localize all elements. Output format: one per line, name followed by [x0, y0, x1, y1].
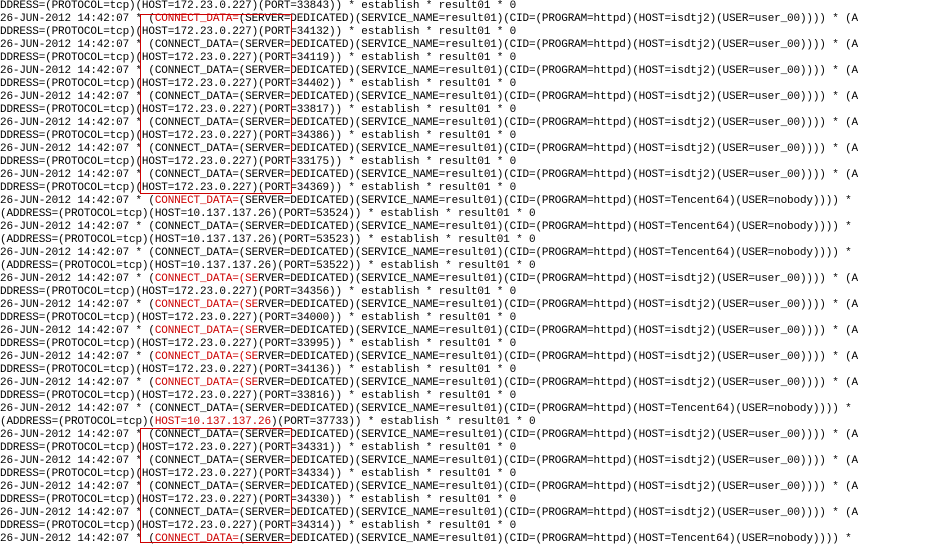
log-line: 26-JUN-2012 14:42:07 * (CONNECT_DATA=(SE… — [0, 481, 940, 494]
log-line: DDRESS=(PROTOCOL=tcp)(HOST=172.23.0.227)… — [0, 442, 940, 455]
log-line: 26-JUN-2012 14:42:07 * (CONNECT_DATA=(SE… — [0, 403, 940, 416]
log-line: DDRESS=(PROTOCOL=tcp)(HOST=172.23.0.227)… — [0, 364, 940, 377]
log-line: DDRESS=(PROTOCOL=tcp)(HOST=172.23.0.227)… — [0, 338, 940, 351]
log-line: 26-JUN-2012 14:42:07 * (CONNECT_DATA=(SE… — [0, 195, 940, 208]
log-line: 26-JUN-2012 14:42:07 * (CONNECT_DATA=(SE… — [0, 507, 940, 520]
log-line: DDRESS=(PROTOCOL=tcp)(HOST=172.23.0.227)… — [0, 156, 940, 169]
log-line: 26-JUN-2012 14:42:07 * (CONNECT_DATA=(SE… — [0, 65, 940, 78]
log-line: DDRESS=(PROTOCOL=tcp)(HOST=172.23.0.227)… — [0, 78, 940, 91]
log-line: 26-JUN-2012 14:42:07 * (CONNECT_DATA=(SE… — [0, 169, 940, 182]
log-line: DDRESS=(PROTOCOL=tcp)(HOST=172.23.0.227)… — [0, 286, 940, 299]
log-line: 26-JUN-2012 14:42:07 * (CONNECT_DATA=(SE… — [0, 325, 940, 338]
log-line: DDRESS=(PROTOCOL=tcp)(HOST=172.23.0.227)… — [0, 494, 940, 507]
log-line: DDRESS=(PROTOCOL=tcp)(HOST=172.23.0.227)… — [0, 104, 940, 117]
log-line: 26-JUN-2012 14:42:07 * (CONNECT_DATA=(SE… — [0, 533, 940, 546]
log-output: DDRESS=(PROTOCOL=tcp)(HOST=172.23.0.227)… — [0, 0, 940, 546]
log-line: (ADDRESS=(PROTOCOL=tcp)(HOST=10.137.137.… — [0, 234, 940, 247]
log-line: DDRESS=(PROTOCOL=tcp)(HOST=172.23.0.227)… — [0, 26, 940, 39]
log-line: DDRESS=(PROTOCOL=tcp)(HOST=172.23.0.227)… — [0, 130, 940, 143]
log-line: 26-JUN-2012 14:42:07 * (CONNECT_DATA=(SE… — [0, 377, 940, 390]
log-line: 26-JUN-2012 14:42:07 * (CONNECT_DATA=(SE… — [0, 273, 940, 286]
log-line: DDRESS=(PROTOCOL=tcp)(HOST=172.23.0.227)… — [0, 182, 940, 195]
log-line: DDRESS=(PROTOCOL=tcp)(HOST=172.23.0.227)… — [0, 390, 940, 403]
log-line: 26-JUN-2012 14:42:07 * (CONNECT_DATA=(SE… — [0, 351, 940, 364]
log-line: 26-JUN-2012 14:42:07 * (CONNECT_DATA=(SE… — [0, 143, 940, 156]
log-line: 26-JUN-2012 14:42:07 * (CONNECT_DATA=(SE… — [0, 39, 940, 52]
log-line: (ADDRESS=(PROTOCOL=tcp)(HOST=10.137.137.… — [0, 208, 940, 221]
log-line: DDRESS=(PROTOCOL=tcp)(HOST=172.23.0.227)… — [0, 0, 940, 13]
log-line: (ADDRESS=(PROTOCOL=tcp)(HOST=10.137.137.… — [0, 260, 940, 273]
log-line: DDRESS=(PROTOCOL=tcp)(HOST=172.23.0.227)… — [0, 468, 940, 481]
log-line: 26-JUN-2012 14:42:07 * (CONNECT_DATA=(SE… — [0, 429, 940, 442]
log-line: DDRESS=(PROTOCOL=tcp)(HOST=172.23.0.227)… — [0, 52, 940, 65]
log-line: 26-JUN-2012 14:42:07 * (CONNECT_DATA=(SE… — [0, 221, 940, 234]
log-line: DDRESS=(PROTOCOL=tcp)(HOST=172.23.0.227)… — [0, 312, 940, 325]
log-line: 26-JUN-2012 14:42:07 * (CONNECT_DATA=(SE… — [0, 455, 940, 468]
log-line: DDRESS=(PROTOCOL=tcp)(HOST=172.23.0.227)… — [0, 520, 940, 533]
log-line: 26-JUN-2012 14:42:07 * (CONNECT_DATA=(SE… — [0, 91, 940, 104]
log-line: 26-JUN-2012 14:42:07 * (CONNECT_DATA=(SE… — [0, 117, 940, 130]
log-line: 26-JUN-2012 14:42:07 * (CONNECT_DATA=(SE… — [0, 299, 940, 312]
log-line: 26-JUN-2012 14:42:07 * (CONNECT_DATA=(SE… — [0, 247, 940, 260]
log-line: 26-JUN-2012 14:42:07 * (CONNECT_DATA=(SE… — [0, 13, 940, 26]
log-line: (ADDRESS=(PROTOCOL=tcp)(HOST=10.137.137.… — [0, 416, 940, 429]
